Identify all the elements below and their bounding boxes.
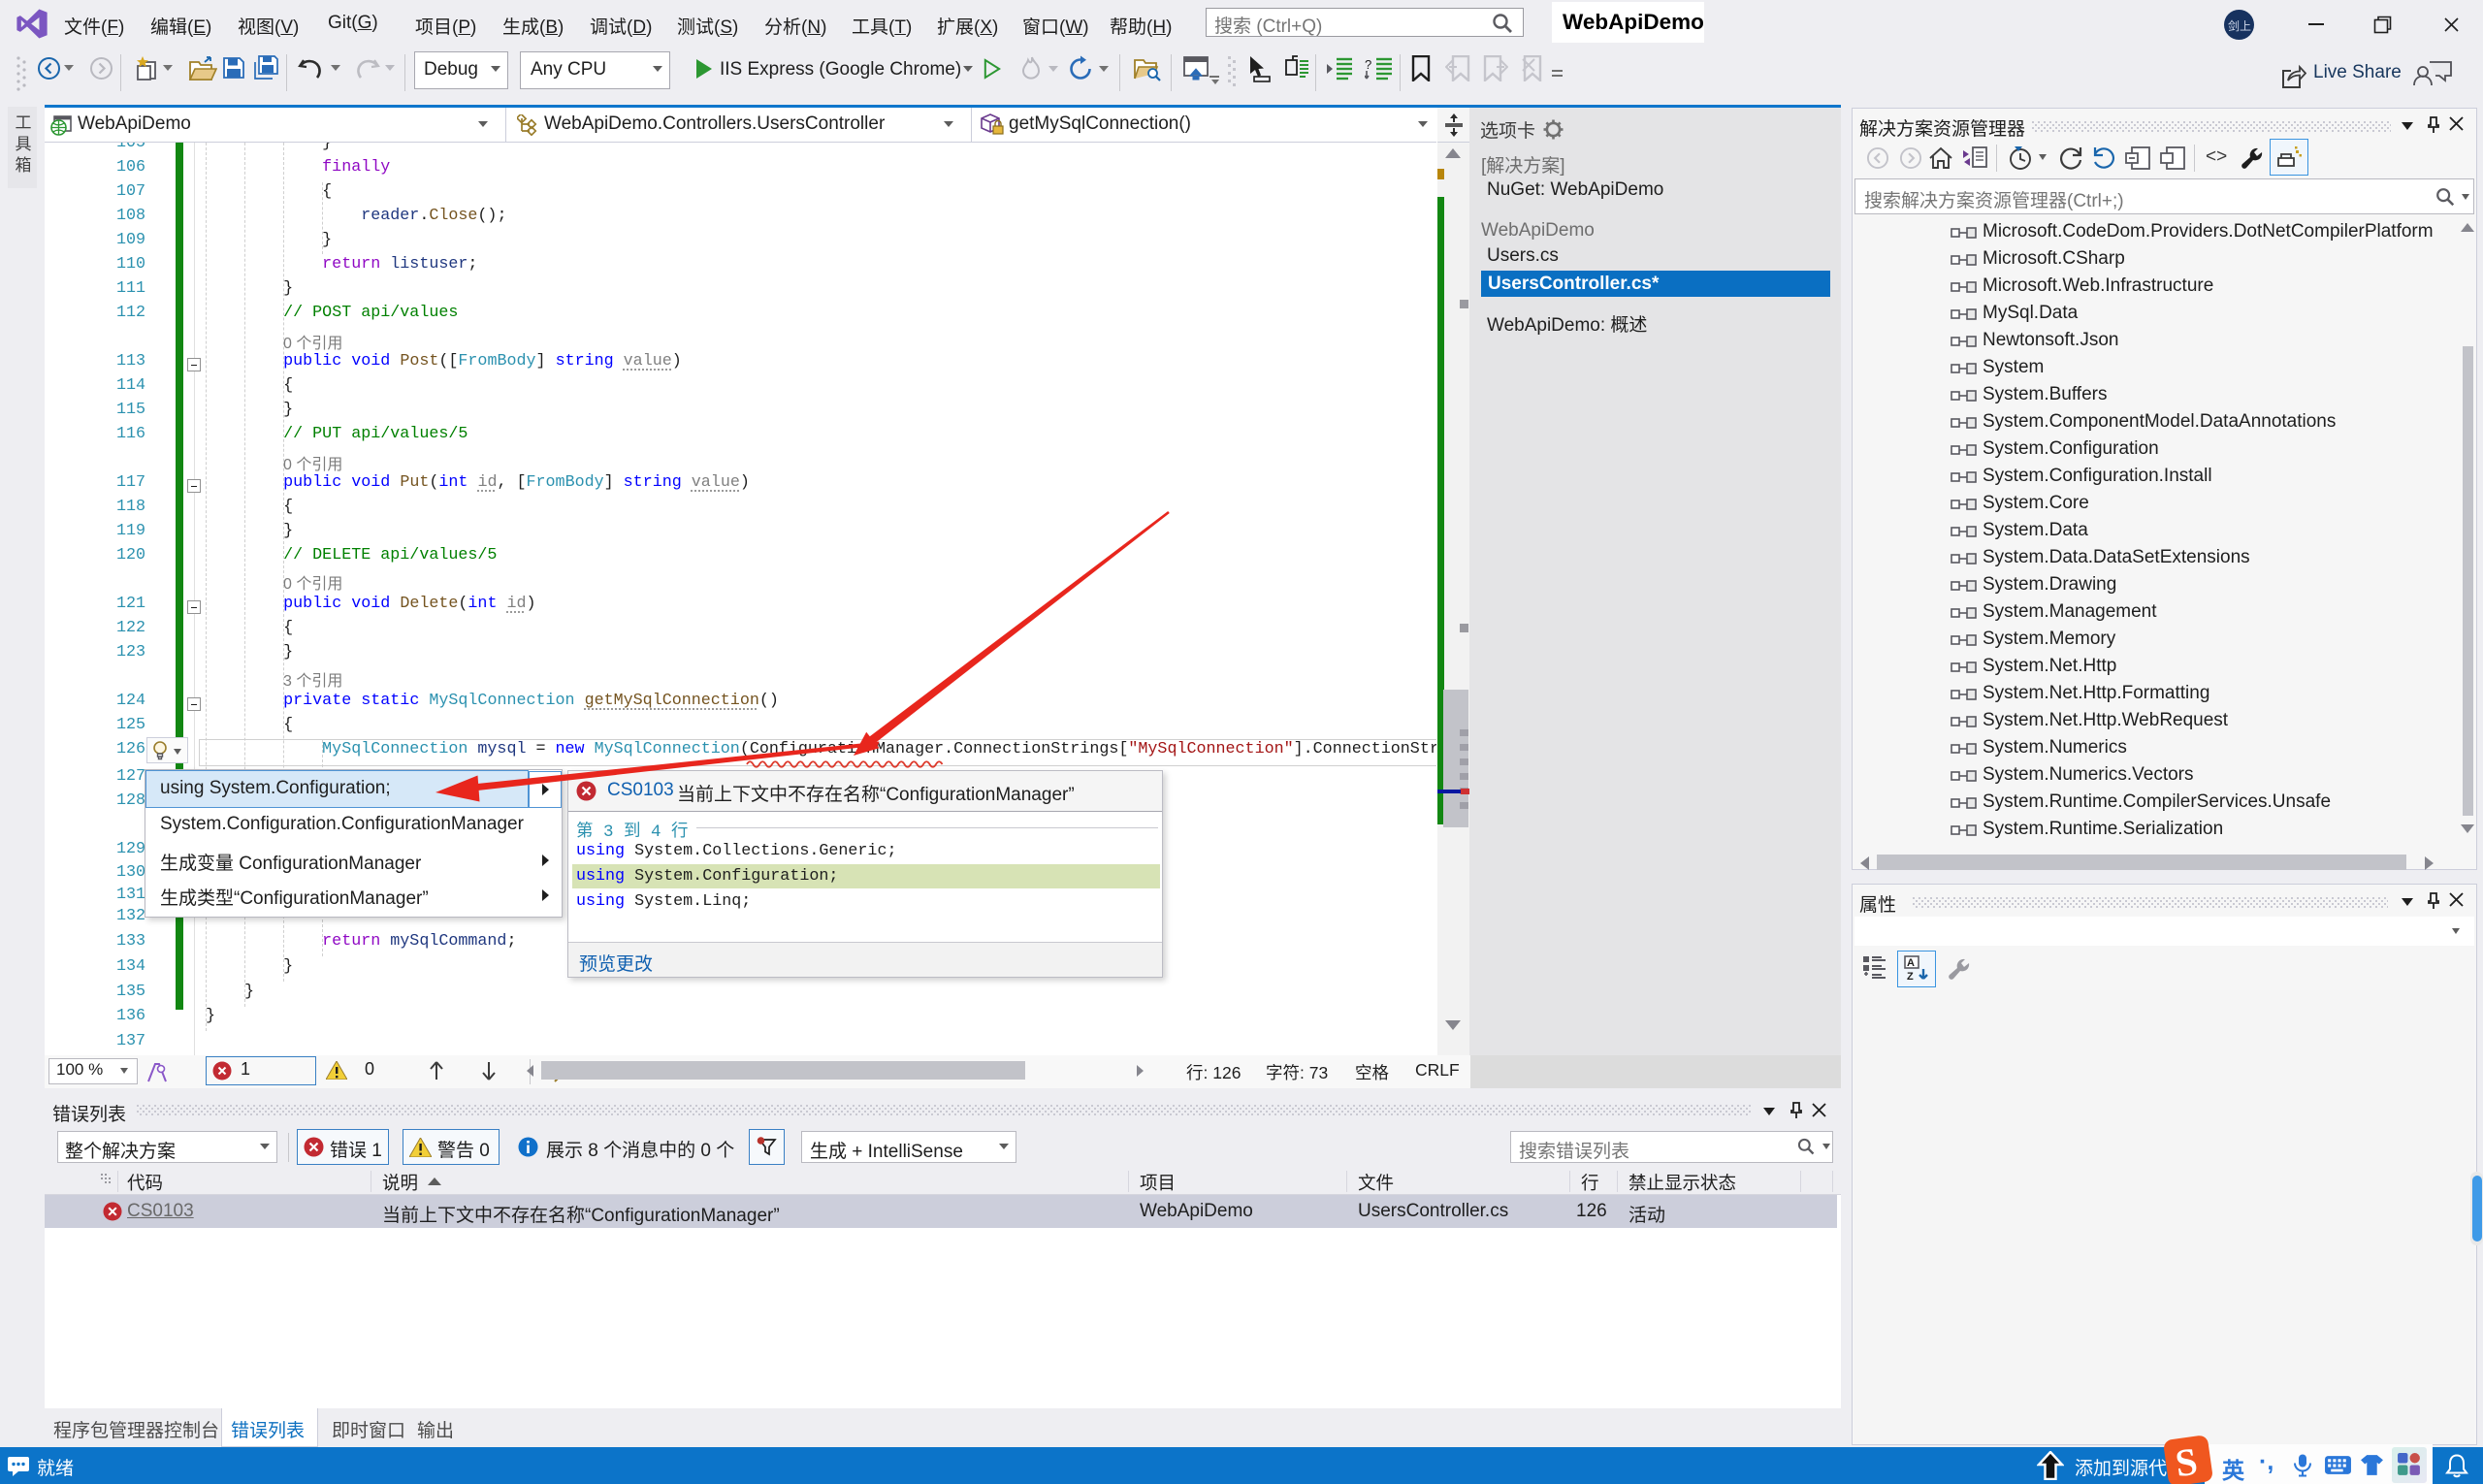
svg-text:?: ? (1365, 57, 1371, 72)
svg-text:Z: Z (1907, 971, 1914, 983)
svg-text:A: A (1907, 957, 1915, 969)
